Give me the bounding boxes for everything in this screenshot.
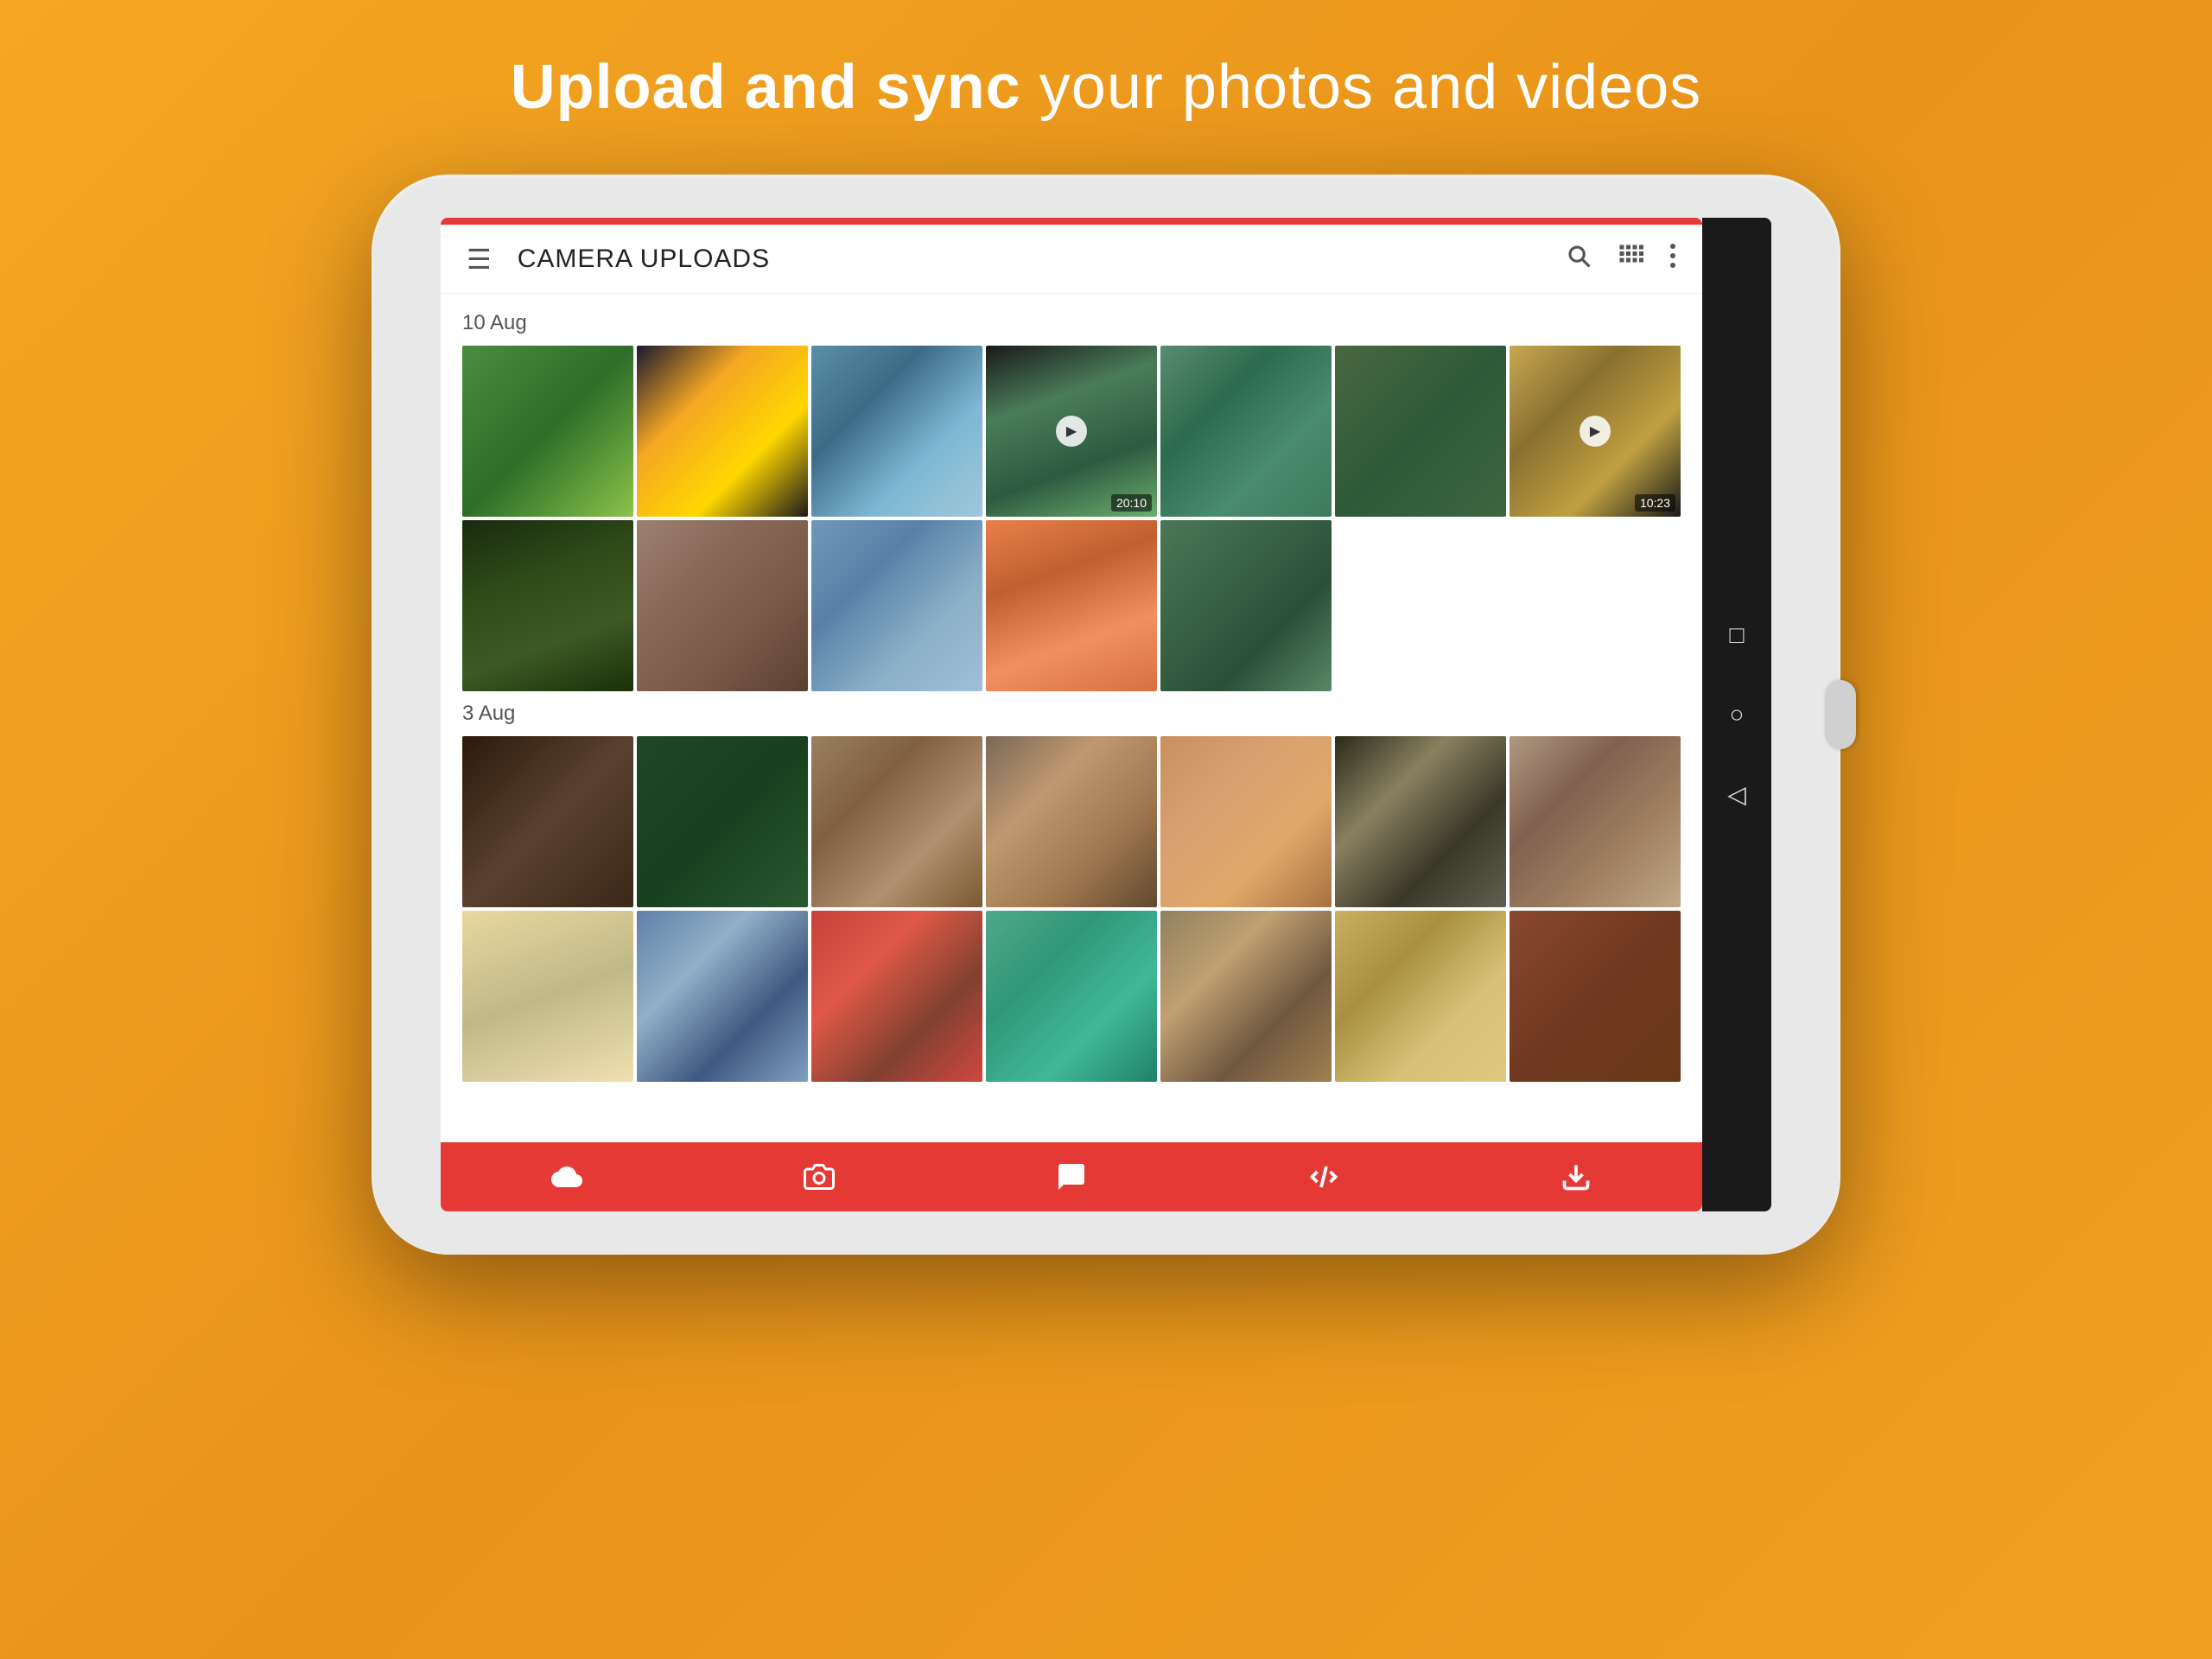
photo-cell[interactable]: [1335, 346, 1506, 517]
android-square-button[interactable]: □: [1730, 621, 1745, 649]
video-duration: 10:23: [1635, 494, 1675, 512]
photo-cell[interactable]: [1510, 911, 1681, 1082]
headline-bold: Upload and sync: [511, 53, 1021, 122]
photo-cell[interactable]: [811, 911, 982, 1082]
app-content: 10 Aug ▶ 20:10 ▶ 10:23: [441, 294, 1702, 1142]
photo-cell[interactable]: [637, 911, 808, 1082]
toolbar-icons: [1566, 243, 1676, 276]
more-options-icon[interactable]: [1669, 243, 1676, 276]
photo-grid-aug10-row2: [462, 520, 1681, 691]
search-icon[interactable]: [1566, 243, 1592, 276]
tablet-device: □ ○ ◁ ☰ CAMERA UPLOADS: [372, 175, 1840, 1255]
red-accent-bar: [441, 218, 1702, 225]
app-toolbar: ☰ CAMERA UPLOADS: [441, 225, 1702, 294]
grid-view-icon[interactable]: [1618, 243, 1643, 276]
photo-cell[interactable]: [811, 736, 982, 907]
photo-cell[interactable]: [1160, 736, 1332, 907]
photo-cell[interactable]: [1160, 520, 1332, 691]
photo-cell[interactable]: [462, 736, 633, 907]
date-section-aug3: 3 Aug: [462, 702, 1681, 1082]
video-cell[interactable]: ▶ 10:23: [1510, 346, 1681, 517]
photo-grid-aug3-row1: [462, 736, 1681, 907]
photo-cell[interactable]: [1160, 346, 1332, 517]
photo-cell[interactable]: [1510, 736, 1681, 907]
photo-cell[interactable]: [462, 520, 633, 691]
android-nav-bar: □ ○ ◁: [1702, 218, 1771, 1211]
photo-cell[interactable]: [811, 346, 982, 517]
tablet-home-button[interactable]: [1825, 680, 1856, 749]
nav-cloud-button[interactable]: [551, 1161, 582, 1192]
empty-cell: [1510, 520, 1681, 691]
photo-grid-aug10-row1: ▶ 20:10 ▶ 10:23: [462, 346, 1681, 517]
empty-cell: [1335, 520, 1506, 691]
toolbar-title: CAMERA UPLOADS: [518, 245, 1566, 274]
photo-cell[interactable]: [986, 911, 1157, 1082]
play-button[interactable]: ▶: [1580, 416, 1611, 447]
bottom-nav-bar: [441, 1142, 1702, 1211]
photo-cell[interactable]: [1335, 736, 1506, 907]
android-back-button[interactable]: ◁: [1727, 780, 1746, 809]
nav-download-button[interactable]: [1560, 1161, 1592, 1192]
photo-cell[interactable]: [462, 911, 633, 1082]
video-duration: 20:10: [1111, 494, 1152, 512]
nav-camera-button[interactable]: [804, 1161, 835, 1192]
photo-cell[interactable]: [637, 520, 808, 691]
headline-normal: your photos and videos: [1021, 53, 1702, 122]
photo-cell[interactable]: [1335, 911, 1506, 1082]
date-section-aug10: 10 Aug ▶ 20:10 ▶ 10:23: [462, 311, 1681, 691]
date-label-aug3: 3 Aug: [462, 702, 1681, 726]
photo-cell[interactable]: [986, 520, 1157, 691]
menu-icon[interactable]: ☰: [467, 243, 492, 276]
nav-transfer-button[interactable]: [1308, 1161, 1339, 1192]
headline: Upload and sync your photos and videos: [511, 52, 1702, 123]
photo-cell[interactable]: [637, 736, 808, 907]
tablet-screen: ☰ CAMERA UPLOADS: [441, 218, 1702, 1211]
play-button[interactable]: ▶: [1056, 416, 1087, 447]
photo-cell[interactable]: [811, 520, 982, 691]
photo-cell[interactable]: [462, 346, 633, 517]
photo-cell[interactable]: [1160, 911, 1332, 1082]
nav-chat-button[interactable]: [1056, 1161, 1087, 1192]
photo-cell[interactable]: [986, 736, 1157, 907]
photo-cell[interactable]: [637, 346, 808, 517]
date-label-aug10: 10 Aug: [462, 311, 1681, 335]
android-circle-button[interactable]: ○: [1730, 701, 1745, 728]
video-cell[interactable]: ▶ 20:10: [986, 346, 1157, 517]
photo-grid-aug3-row2: [462, 911, 1681, 1082]
